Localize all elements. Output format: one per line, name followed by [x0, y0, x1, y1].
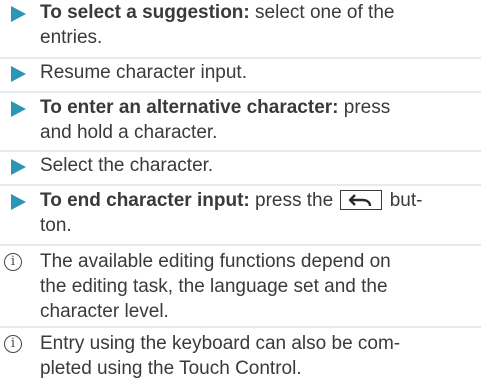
instruction-page: To select a suggestion: select one of th… — [0, 0, 481, 382]
note-body: The available editing functions depend o… — [40, 251, 391, 272]
note-body: the editing task, the language set and t… — [40, 276, 388, 297]
step-text: Select the character. — [40, 153, 460, 178]
note-text: Entry using the keyboard can also be com… — [40, 331, 460, 381]
info-icon: i — [4, 253, 22, 271]
step-heading: To enter an alternative character: — [40, 97, 339, 118]
step-body: entries. — [40, 27, 103, 48]
step-marker-icon — [11, 101, 26, 117]
divider — [0, 244, 481, 246]
back-button — [340, 190, 383, 210]
info-icon: i — [4, 335, 22, 353]
divider — [0, 150, 481, 152]
note-text: The available editing functions depend o… — [40, 249, 460, 324]
step-body: press — [338, 97, 391, 118]
step-body: ton. — [40, 215, 72, 236]
step-marker-icon — [11, 194, 26, 210]
step-marker-icon — [11, 66, 26, 82]
step-text: To select a suggestion: select one of th… — [40, 0, 460, 50]
step-body: and hold a character. — [40, 122, 218, 143]
divider — [0, 57, 481, 59]
step-body: Resume character input. — [40, 62, 247, 83]
step-body: but- — [384, 190, 423, 211]
step-body: Select the character. — [40, 155, 214, 176]
step-marker-icon — [11, 159, 26, 175]
note-body: pleted using the Touch Control. — [40, 358, 302, 379]
divider — [0, 91, 481, 93]
step-text: Resume character input. — [40, 60, 460, 85]
step-body: press the — [249, 190, 339, 211]
step-text: To end character input: press the but- t… — [40, 188, 460, 238]
divider — [0, 326, 481, 328]
step-marker-icon — [11, 6, 26, 22]
step-text: To enter an alternative character: press… — [40, 95, 460, 145]
step-heading: To end character input: — [40, 190, 250, 211]
divider — [0, 184, 481, 186]
step-heading: To select a suggestion: — [40, 2, 250, 23]
note-body: character level. — [40, 301, 169, 322]
back-arrow-icon — [349, 194, 372, 207]
note-body: Entry using the keyboard can also be com… — [40, 333, 401, 354]
step-body: select one of the — [249, 2, 395, 23]
